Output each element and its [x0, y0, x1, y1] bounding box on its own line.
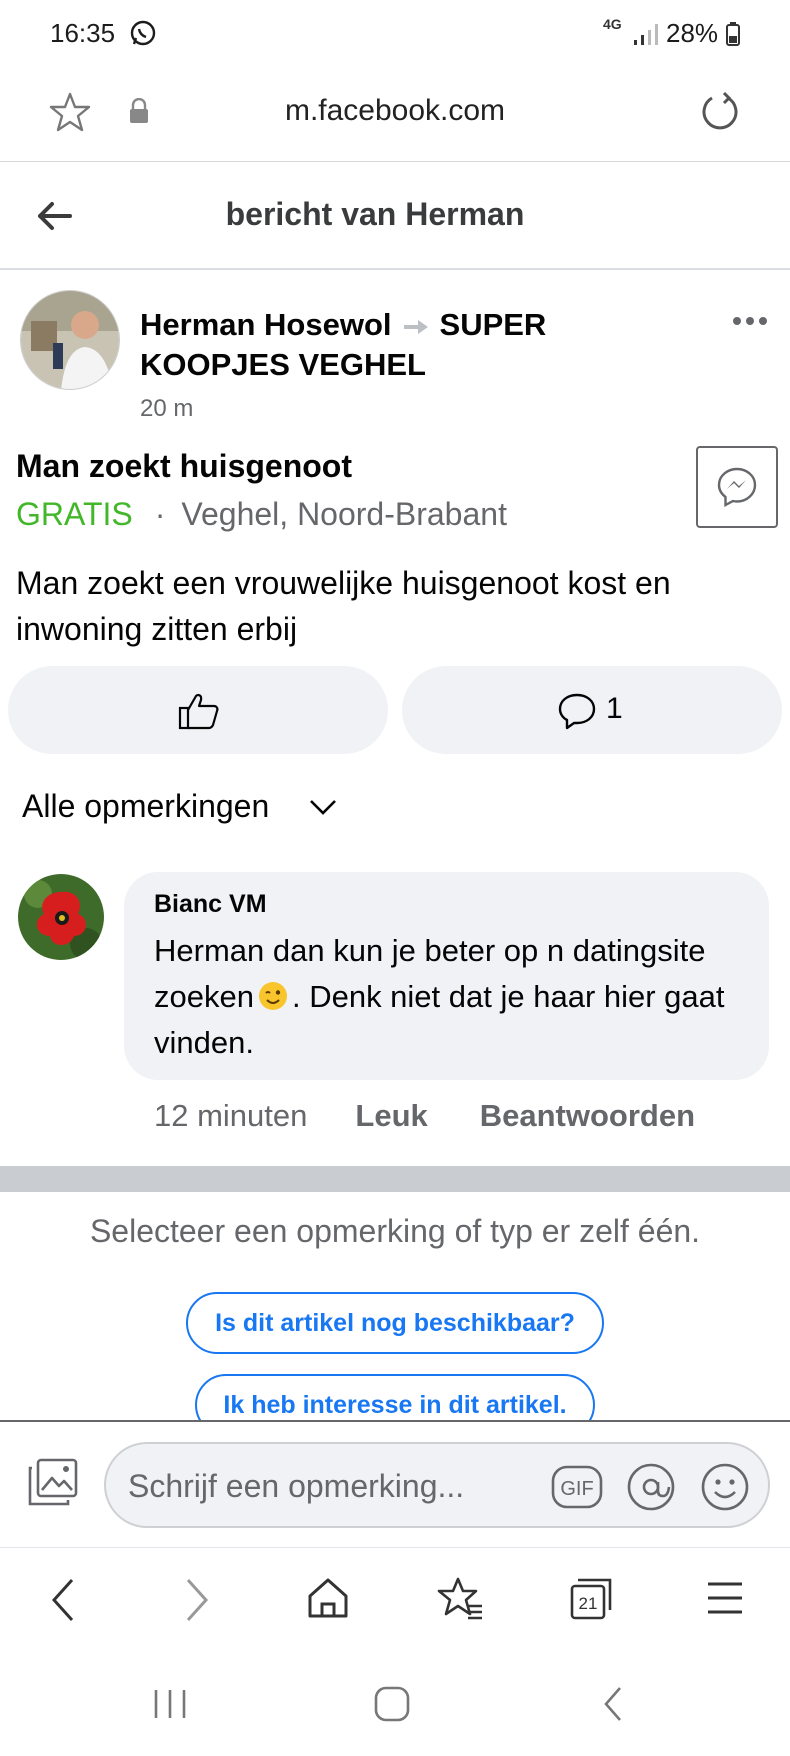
signal-icon: [632, 22, 662, 46]
tabs-icon[interactable]: 21: [568, 1576, 614, 1622]
page-header: bericht van Herman: [0, 162, 790, 270]
suggestion-chip-interested[interactable]: Ik heb interesse in dit artikel.: [195, 1374, 595, 1420]
avatar[interactable]: [20, 290, 120, 390]
system-home-icon[interactable]: [372, 1684, 412, 1724]
bookmarks-icon[interactable]: [436, 1576, 484, 1622]
emoji-icon[interactable]: [698, 1462, 752, 1512]
comment-text: Herman dan kun je beter op n datingsite …: [154, 928, 754, 1066]
menu-icon[interactable]: [706, 1576, 744, 1620]
network-type: 4G: [603, 16, 622, 32]
listing-meta: GRATIS · Veghel, Noord-Brabant: [16, 496, 507, 533]
arrow-right-icon: [403, 319, 428, 334]
post-timestamp[interactable]: 20 m: [140, 395, 193, 423]
comment-button[interactable]: 1: [402, 666, 782, 754]
listing-location: Veghel, Noord-Brabant: [181, 496, 507, 532]
post-body: Man zoekt een vrouwelijke huisgenoot kos…: [16, 565, 671, 647]
browser-bottom-nav: 21: [0, 1548, 790, 1654]
gif-label: GIF: [560, 1478, 593, 1500]
system-nav-bar: [0, 1654, 790, 1756]
comment-icon: [558, 693, 596, 730]
browser-forward-icon[interactable]: [182, 1576, 212, 1624]
comment-count: 1: [606, 692, 623, 725]
like-button[interactable]: [8, 666, 388, 754]
comment-author[interactable]: Bianc VM: [154, 890, 267, 919]
comments-filter-dropdown[interactable]: Alle opmerkingen: [22, 788, 269, 825]
comment-time: 12 minuten: [154, 1098, 308, 1133]
whatsapp-icon: [130, 20, 156, 46]
suggestion-chip-clip: Ik heb interesse in dit artikel.: [0, 1368, 790, 1420]
home-icon[interactable]: [306, 1576, 350, 1620]
reload-icon[interactable]: [698, 90, 742, 134]
winking-face-emoji-icon: [258, 981, 288, 1011]
photo-icon[interactable]: [26, 1458, 80, 1508]
comment-meta: 12 minuten Leuk Beantwoorden: [154, 1098, 695, 1134]
more-options-icon[interactable]: [732, 316, 768, 326]
status-time: 16:35: [50, 18, 116, 48]
comment-like-button[interactable]: Leuk: [355, 1098, 427, 1133]
battery-icon: [726, 22, 740, 46]
comment-bubble: Bianc VM Herman dan kun je beter op n da…: [124, 872, 769, 1080]
suggestions-title: Selecteer een opmerking of typ er zelf é…: [89, 1213, 701, 1249]
tabs-count: 21: [579, 1594, 598, 1613]
comment-input[interactable]: Schrijf een opmerking... GIF: [104, 1442, 770, 1528]
gif-icon[interactable]: GIF: [550, 1462, 604, 1512]
browser-back-icon[interactable]: [48, 1576, 78, 1624]
recent-apps-icon[interactable]: [150, 1684, 190, 1724]
comment-input-placeholder: Schrijf een opmerking...: [128, 1468, 465, 1504]
listing-title: Man zoekt huisgenoot: [16, 448, 352, 484]
listing-price: GRATIS: [16, 496, 133, 532]
mention-at-icon[interactable]: [624, 1462, 678, 1512]
commenter-avatar[interactable]: [18, 874, 104, 960]
post-author[interactable]: Herman Hosewol: [140, 307, 392, 342]
meta-separator: ·: [154, 496, 166, 532]
messenger-icon: [717, 467, 757, 507]
chevron-down-icon[interactable]: [308, 798, 338, 816]
comment-composer: Schrijf een opmerking... GIF: [0, 1420, 790, 1548]
url-field[interactable]: m.facebook.com: [0, 94, 790, 128]
message-seller-button[interactable]: [696, 446, 778, 528]
browser-url-bar: m.facebook.com: [0, 70, 790, 162]
system-back-icon[interactable]: [598, 1684, 628, 1724]
thumbs-up-icon: [178, 693, 219, 730]
battery-percent: 28%: [666, 18, 719, 48]
status-bar: 16:35 4G 28%: [0, 0, 790, 70]
comment-reply-button[interactable]: Beantwoorden: [480, 1098, 695, 1133]
suggestion-chip-available[interactable]: Is dit artikel nog beschikbaar?: [186, 1292, 604, 1354]
page-title: bericht van Herman: [225, 196, 525, 232]
section-divider: [0, 1166, 790, 1192]
post-author-line: Herman Hosewol SUPER KOOPJES VEGHEL: [140, 305, 640, 385]
